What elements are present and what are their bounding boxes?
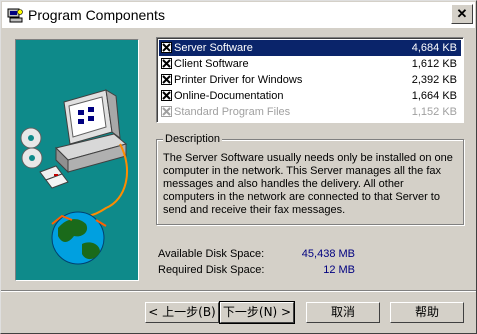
required-disk-space-label: Required Disk Space: <box>158 264 265 276</box>
component-size: 2,392 KB <box>411 74 457 86</box>
next-button[interactable]: 下一步(N) > <box>219 301 295 324</box>
description-group: Description The Server Software usually … <box>156 132 464 225</box>
help-button[interactable]: 帮助 <box>390 302 464 323</box>
description-text: The Server Software usually needs only b… <box>163 152 453 216</box>
computer-globe-illustration <box>20 89 128 265</box>
standard-program-files-checkbox <box>161 106 172 117</box>
program-components-dialog: Program Components ✕ Server Software 4,6… <box>0 0 477 334</box>
component-row-printer-driver[interactable]: Printer Driver for Windows 2,392 KB <box>159 72 461 88</box>
back-button[interactable]: < 上一步(B) <box>145 302 219 323</box>
component-name: Server Software <box>174 42 253 54</box>
printer-driver-checkbox[interactable] <box>161 74 172 85</box>
server-software-checkbox[interactable] <box>161 42 172 53</box>
required-disk-space-value: 12 MB <box>323 264 355 276</box>
checkbox-x-icon <box>162 43 171 52</box>
component-name: Online-Documentation <box>174 90 284 102</box>
component-name: Standard Program Files <box>174 106 291 118</box>
button-separator <box>1 290 476 292</box>
component-name: Client Software <box>174 58 249 70</box>
component-row-server-software[interactable]: Server Software 4,684 KB <box>159 40 461 56</box>
component-row-online-documentation[interactable]: Online-Documentation 1,664 KB <box>159 88 461 104</box>
components-list[interactable]: Server Software 4,684 KB Client Software… <box>156 37 464 123</box>
title-bar: Program Components ✕ <box>2 2 475 29</box>
checkbox-x-icon <box>162 91 171 100</box>
component-size: 1,612 KB <box>411 58 457 70</box>
online-documentation-checkbox[interactable] <box>161 90 172 101</box>
client-software-checkbox[interactable] <box>161 58 172 69</box>
checkbox-x-icon <box>162 75 171 84</box>
installer-icon <box>7 8 23 23</box>
component-size: 1,664 KB <box>411 90 457 102</box>
setup-illustration <box>15 39 139 281</box>
cancel-button[interactable]: 取消 <box>306 302 380 323</box>
available-disk-space-label: Available Disk Space: <box>158 248 265 260</box>
component-size: 4,684 KB <box>411 42 457 54</box>
component-name: Printer Driver for Windows <box>174 74 303 86</box>
component-size: 1,152 KB <box>411 106 457 118</box>
close-button[interactable]: ✕ <box>451 4 473 24</box>
description-title: Description <box>163 132 223 146</box>
available-disk-space-value: 45,438 MB <box>301 248 355 260</box>
component-row-client-software[interactable]: Client Software 1,612 KB <box>159 56 461 72</box>
checkbox-x-icon <box>162 107 171 116</box>
component-row-standard-program-files: Standard Program Files 1,152 KB <box>159 104 461 120</box>
checkbox-x-icon <box>162 59 171 68</box>
window-title: Program Components <box>28 7 165 23</box>
